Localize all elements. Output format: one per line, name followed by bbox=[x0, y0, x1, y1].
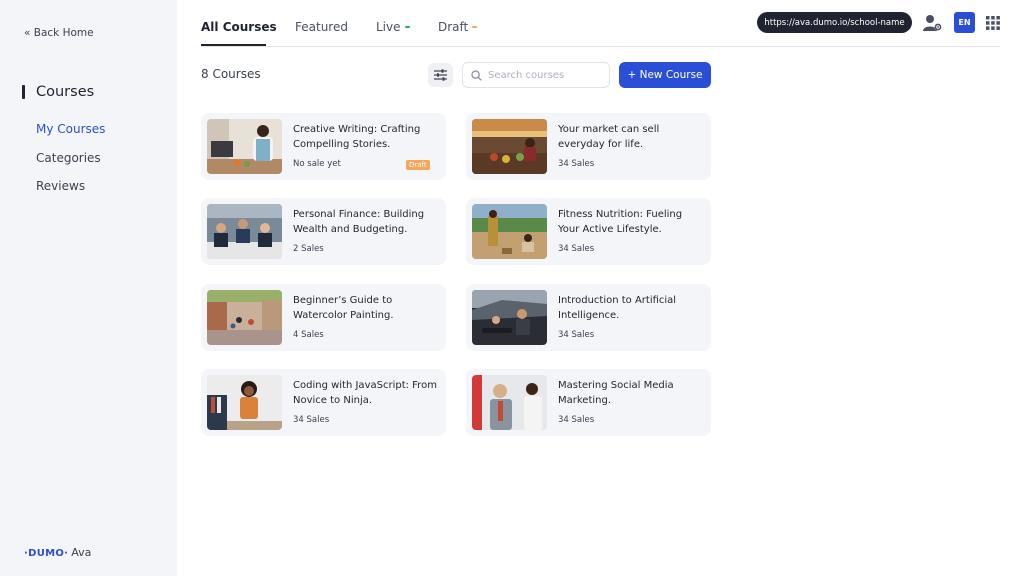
course-sales: 2 Sales bbox=[293, 244, 324, 254]
course-thumbnail bbox=[207, 119, 282, 174]
sliders-icon bbox=[434, 69, 447, 81]
course-card[interactable]: Creative Writing: Crafting Compelling St… bbox=[201, 113, 446, 180]
sidebar-item-categories[interactable]: Categories bbox=[36, 151, 101, 165]
brand-name: Ava bbox=[71, 546, 92, 559]
draft-badge: Draft bbox=[406, 160, 430, 170]
course-thumbnail bbox=[207, 290, 282, 345]
course-title: Introduction to Artificial Intelligence. bbox=[558, 295, 677, 321]
back-home-link[interactable]: « Back Home bbox=[24, 27, 94, 39]
course-sales: 4 Sales bbox=[293, 330, 324, 340]
sidebar-item-my-courses[interactable]: My Courses bbox=[36, 122, 105, 136]
apps-grid-icon[interactable] bbox=[986, 15, 1000, 30]
course-thumbnail bbox=[472, 119, 547, 174]
brand-mark: ·DUMO· bbox=[24, 548, 69, 559]
course-thumbnail bbox=[472, 204, 547, 259]
section-indicator bbox=[22, 85, 25, 99]
sidebar: « Back Home Courses My Courses Categorie… bbox=[0, 0, 177, 576]
course-thumbnail bbox=[207, 204, 282, 259]
course-title: Mastering Social Media Marketing. bbox=[558, 380, 674, 406]
draft-status-dot bbox=[472, 26, 478, 28]
language-badge[interactable]: EN bbox=[954, 12, 975, 33]
sidebar-item-reviews[interactable]: Reviews bbox=[36, 179, 85, 193]
search-input[interactable] bbox=[488, 69, 598, 81]
new-course-button[interactable]: + New Course bbox=[619, 62, 711, 88]
course-title: Coding with JavaScript: From Novice to N… bbox=[293, 380, 437, 406]
course-title: Your market can sell everyday for life. bbox=[558, 124, 660, 150]
tab-label: Draft bbox=[438, 20, 469, 34]
tab-live[interactable]: Live bbox=[376, 20, 410, 34]
course-card[interactable]: Coding with JavaScript: From Novice to N… bbox=[201, 369, 446, 436]
brand-logo: ·DUMO· Ava bbox=[24, 546, 91, 559]
course-card[interactable]: Introduction to Artificial Intelligence.… bbox=[466, 284, 711, 351]
course-thumbnail bbox=[472, 375, 547, 430]
course-card[interactable]: Personal Finance: Building Wealth and Bu… bbox=[201, 198, 446, 265]
course-sales: 34 Sales bbox=[558, 415, 595, 425]
tab-label: All Courses bbox=[201, 20, 277, 34]
sidebar-section-title: Courses bbox=[22, 84, 94, 100]
section-title-label: Courses bbox=[36, 84, 95, 100]
course-title: Creative Writing: Crafting Compelling St… bbox=[293, 124, 421, 150]
course-thumbnail bbox=[207, 375, 282, 430]
course-sales: 34 Sales bbox=[558, 159, 595, 169]
course-card[interactable]: Your market can sell everyday for life. … bbox=[466, 113, 711, 180]
tab-all-courses[interactable]: All Courses bbox=[201, 20, 277, 34]
course-title: Beginner’s Guide to Watercolor Painting. bbox=[293, 295, 394, 321]
course-card[interactable]: Mastering Social Media Marketing. 34 Sal… bbox=[466, 369, 711, 436]
live-status-dot bbox=[404, 26, 410, 28]
active-tab-underline bbox=[201, 44, 266, 46]
course-sales: 34 Sales bbox=[558, 244, 595, 254]
search-box bbox=[462, 62, 610, 88]
course-sales: No sale yet bbox=[293, 159, 341, 169]
course-sales: 34 Sales bbox=[293, 415, 330, 425]
tab-label: Live bbox=[376, 20, 401, 34]
course-title: Fitness Nutrition: Fueling Your Active L… bbox=[558, 209, 683, 235]
user-gear-icon[interactable] bbox=[922, 13, 944, 33]
tab-draft[interactable]: Draft bbox=[438, 20, 478, 34]
tab-featured[interactable]: Featured bbox=[295, 20, 348, 34]
course-count: 8 Courses bbox=[201, 67, 261, 81]
course-sales: 34 Sales bbox=[558, 330, 595, 340]
course-card[interactable]: Beginner’s Guide to Watercolor Painting.… bbox=[201, 284, 446, 351]
course-card[interactable]: Fitness Nutrition: Fueling Your Active L… bbox=[466, 198, 711, 265]
filter-button[interactable] bbox=[428, 63, 453, 87]
tab-label: Featured bbox=[295, 20, 348, 34]
course-thumbnail bbox=[472, 290, 547, 345]
school-url-pill[interactable]: https://ava.dumo.io/school-name bbox=[757, 12, 912, 33]
course-title: Personal Finance: Building Wealth and Bu… bbox=[293, 209, 425, 235]
search-icon bbox=[471, 69, 482, 81]
